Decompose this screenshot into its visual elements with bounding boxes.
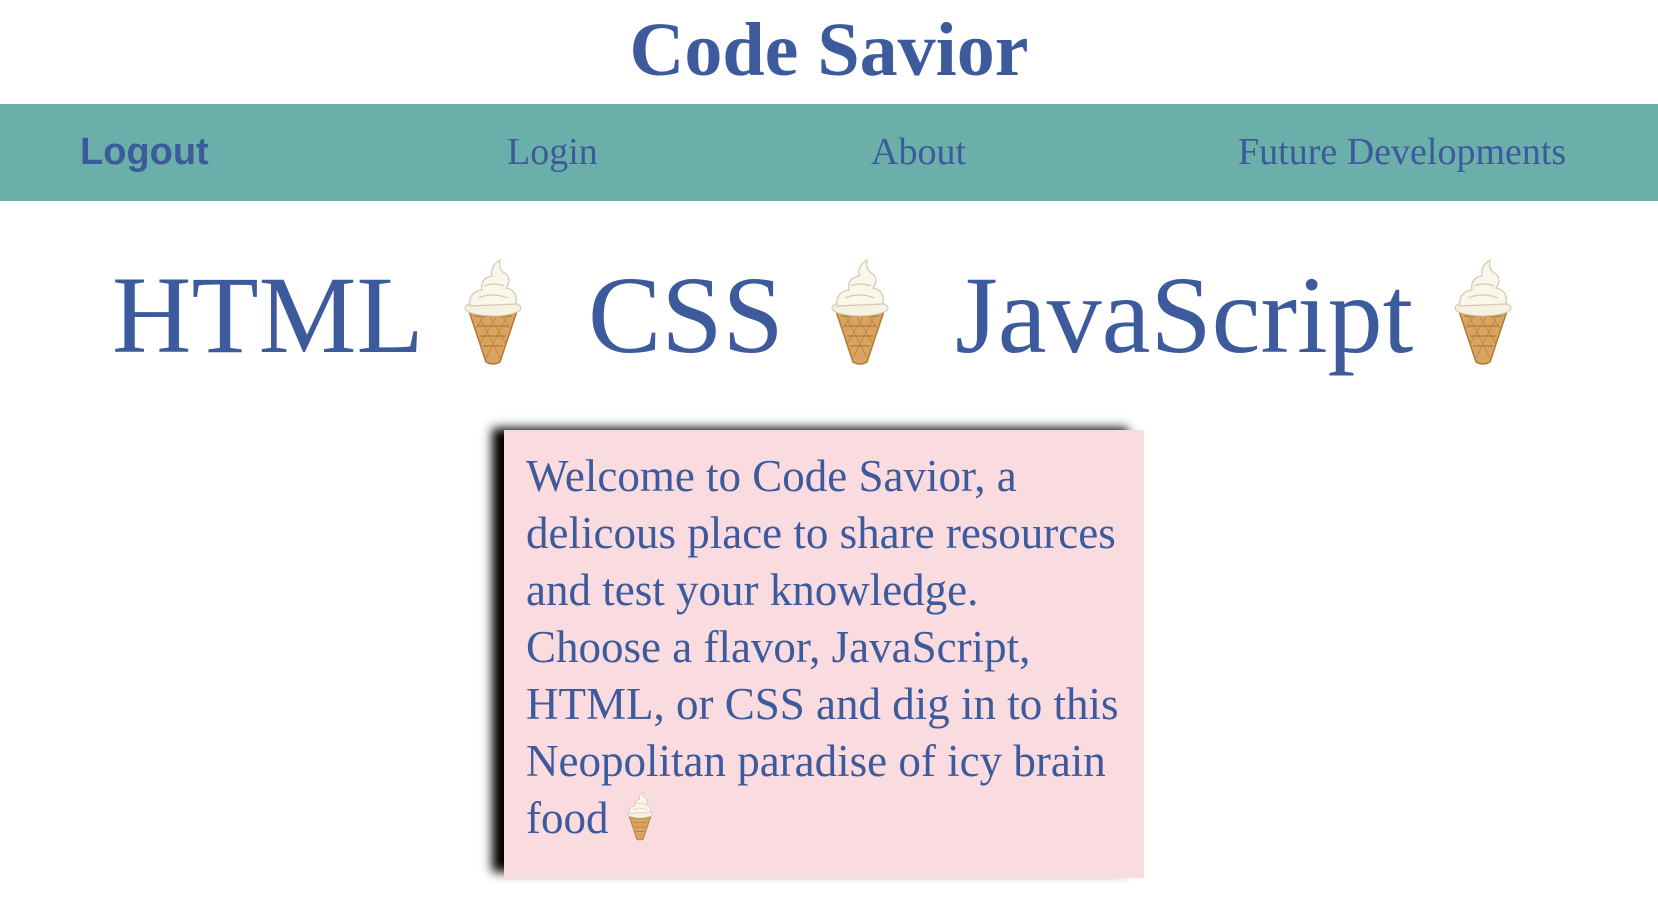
nav-about-link[interactable]: About (871, 104, 966, 201)
soft-ice-cream-icon (831, 258, 889, 365)
welcome-card: Welcome to Code Savior, a delicous place… (504, 430, 1144, 878)
nav-future-developments-link[interactable]: Future Developments (1238, 104, 1566, 201)
nav-login-link[interactable]: Login (507, 104, 598, 201)
site-title: Code Savior (629, 8, 1029, 92)
flavor-javascript-heading: JavaScript (955, 254, 1414, 376)
soft-ice-cream-icon (1454, 258, 1512, 365)
soft-ice-cream-icon (464, 258, 522, 365)
nav-logout-link[interactable]: Logout (80, 104, 209, 201)
flavor-html-heading: HTML (112, 254, 424, 376)
soft-ice-cream-icon (626, 791, 653, 841)
flavor-css-heading: CSS (588, 254, 784, 376)
welcome-text: Welcome to Code Savior, a delicous place… (526, 451, 1119, 843)
navbar: Logout Login About Future Developments (0, 104, 1658, 201)
welcome-paragraph: Welcome to Code Savior, a delicous place… (526, 448, 1124, 847)
